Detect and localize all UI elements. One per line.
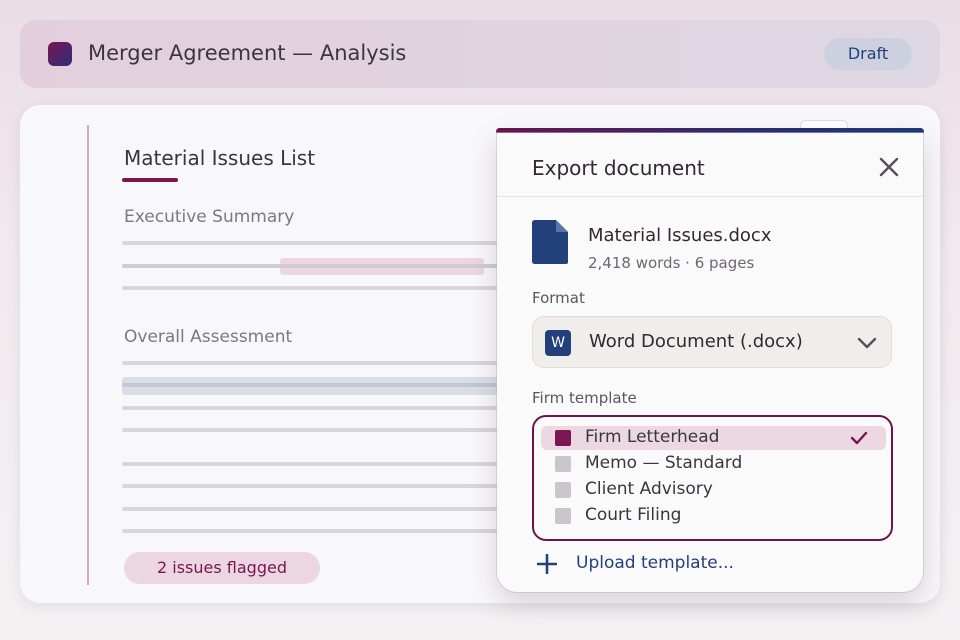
dialog-divider xyxy=(497,196,923,197)
export-dialog: Export document Material Issues.docx 2,4… xyxy=(497,133,923,592)
word-doc-icon: W xyxy=(545,330,571,356)
check-icon xyxy=(850,430,868,446)
template-swatch xyxy=(555,430,571,446)
margin-rule xyxy=(87,125,89,585)
template-option-memo-standard[interactable]: Memo — Standard xyxy=(541,452,886,476)
template-option-firm-letterhead[interactable]: Firm Letterhead xyxy=(541,426,886,450)
section-executive-summary: Executive Summary xyxy=(124,207,295,227)
text-line xyxy=(122,383,502,387)
upload-template-button[interactable]: Upload template... xyxy=(536,551,757,577)
template-swatch xyxy=(555,508,571,524)
format-selected-value: Word Document (.docx) xyxy=(589,331,803,352)
text-line xyxy=(122,264,502,268)
format-label: Format xyxy=(532,289,585,307)
chevron-down-icon xyxy=(857,335,877,349)
document-header: Merger Agreement — Analysis Draft xyxy=(20,20,940,88)
text-line xyxy=(122,507,502,511)
upload-template-label: Upload template... xyxy=(576,553,734,573)
heading-underline xyxy=(122,178,178,182)
issues-flagged-badge[interactable]: 2 issues flagged xyxy=(124,552,320,584)
plus-icon xyxy=(536,553,558,575)
template-option-label: Memo — Standard xyxy=(585,453,743,473)
text-line xyxy=(122,241,502,245)
template-option-client-advisory[interactable]: Client Advisory xyxy=(541,478,886,502)
close-icon[interactable] xyxy=(877,155,901,179)
document-heading: Material Issues List xyxy=(124,146,316,170)
template-swatch xyxy=(555,482,571,498)
file-meta: 2,418 words · 6 pages xyxy=(588,254,755,272)
text-line xyxy=(122,406,502,410)
template-option-label: Firm Letterhead xyxy=(585,427,720,447)
section-overall-assessment: Overall Assessment xyxy=(124,327,293,347)
file-icon xyxy=(532,220,568,264)
template-option-label: Client Advisory xyxy=(585,479,713,499)
format-select[interactable]: W Word Document (.docx) xyxy=(532,316,892,368)
template-swatch xyxy=(555,456,571,472)
text-line xyxy=(122,286,502,290)
template-label: Firm template xyxy=(532,389,637,407)
template-option-label: Court Filing xyxy=(585,505,682,525)
file-name: Material Issues.docx xyxy=(588,225,772,246)
text-line xyxy=(122,462,502,466)
template-option-court-filing[interactable]: Court Filing xyxy=(541,504,886,528)
text-line xyxy=(122,529,502,533)
document-title: Merger Agreement — Analysis xyxy=(88,41,407,65)
app-logo-icon xyxy=(48,42,72,66)
dialog-title: Export document xyxy=(532,156,705,180)
template-list: Firm Letterhead Memo — Standard Client A… xyxy=(532,415,893,541)
text-line xyxy=(122,484,502,488)
status-badge: Draft xyxy=(824,38,912,70)
text-line xyxy=(122,428,502,432)
text-line xyxy=(122,361,502,365)
